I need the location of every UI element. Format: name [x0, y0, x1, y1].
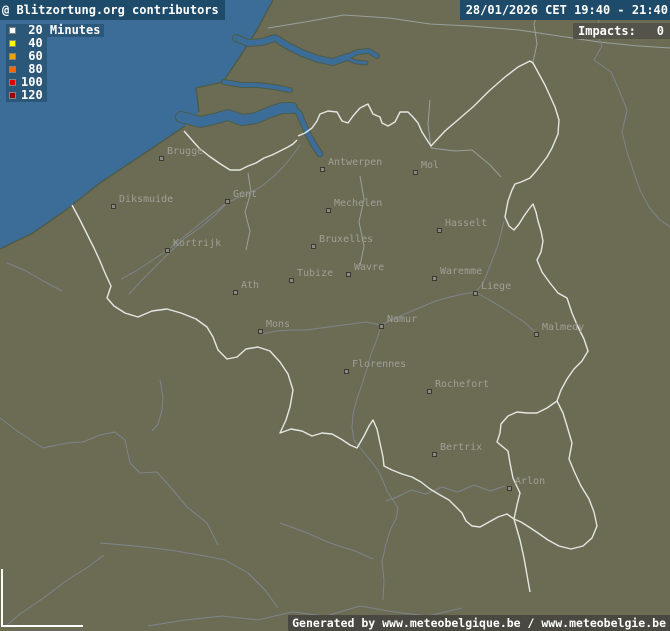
city-marker-mechelen [326, 208, 331, 213]
city-marker-gent [225, 199, 230, 204]
city-marker-malmedy [534, 332, 539, 337]
impacts-label: Impacts: [578, 23, 636, 39]
city-label-bertrix: Bertrix [440, 442, 482, 453]
city-marker-hasselt [437, 228, 442, 233]
city-marker-arlon [507, 486, 512, 491]
city-marker-bertrix [432, 452, 437, 457]
city-label-malmedy: Malmedy [542, 322, 584, 333]
city-label-rochefort: Rochefort [435, 379, 489, 390]
legend-swatch-icon [9, 40, 16, 47]
city-label-florennes: Florennes [352, 359, 406, 370]
city-label-mol: Mol [421, 160, 439, 171]
city-label-hasselt: Hasselt [445, 218, 487, 229]
city-marker-namur [379, 324, 384, 329]
city-marker-mons [258, 329, 263, 334]
legend-unit-label: Minutes [43, 24, 101, 37]
city-label-liege: Liege [481, 281, 511, 292]
legend-swatch-icon [9, 53, 16, 60]
legend-item-20: 20 Minutes [6, 24, 104, 37]
legend-swatch-icon [9, 92, 16, 99]
city-label-mons: Mons [266, 319, 290, 330]
credit-banner: Generated by www.meteobelgique.be / www.… [288, 615, 670, 631]
city-marker-ath [233, 290, 238, 295]
city-label-ath: Ath [241, 280, 259, 291]
datetime-banner: 28/01/2026 CET 19:40 - 21:40 [460, 0, 670, 20]
city-marker-waremme [432, 276, 437, 281]
impacts-counter: Impacts: 0 [573, 23, 670, 39]
city-marker-diksmuide [111, 204, 116, 209]
lightning-map-app: Brugge Antwerpen Mol Diksmuide Gent Mechelen H… [0, 0, 670, 631]
city-marker-bruxelles [311, 244, 316, 249]
attribution-banner: @ Blitzortung.org contributors [0, 0, 225, 20]
legend-item-120: 120 [6, 89, 47, 102]
legend-swatch-icon [9, 27, 16, 34]
city-label-mechelen: Mechelen [334, 198, 382, 209]
city-label-arlon: Arlon [515, 476, 545, 487]
city-label-bruxelles: Bruxelles [319, 234, 373, 245]
city-marker-kortrijk [165, 248, 170, 253]
legend-swatch-icon [9, 79, 16, 86]
city-marker-liege [473, 291, 478, 296]
city-marker-antwerpen [320, 167, 325, 172]
city-label-antwerpen: Antwerpen [328, 157, 382, 168]
city-label-brugge: Brugge [167, 146, 203, 157]
city-marker-brugge [159, 156, 164, 161]
legend-swatch-icon [9, 66, 16, 73]
city-label-diksmuide: Diksmuide [119, 194, 173, 205]
city-label-kortrijk: Kortrijk [173, 238, 221, 249]
city-label-waremme: Waremme [440, 266, 482, 277]
legend-value: 120 [21, 89, 43, 102]
city-label-wavre: Wavre [354, 262, 384, 273]
city-marker-rochefort [427, 389, 432, 394]
city-marker-florennes [344, 369, 349, 374]
impacts-value: 0 [657, 23, 664, 39]
city-marker-tubize [289, 278, 294, 283]
city-label-gent: Gent [233, 189, 257, 200]
city-label-namur: Namur [387, 314, 417, 325]
city-label-tubize: Tubize [297, 268, 333, 279]
legend: 20 Minutes406080100120 [6, 24, 104, 102]
city-marker-mol [413, 170, 418, 175]
city-marker-wavre [346, 272, 351, 277]
